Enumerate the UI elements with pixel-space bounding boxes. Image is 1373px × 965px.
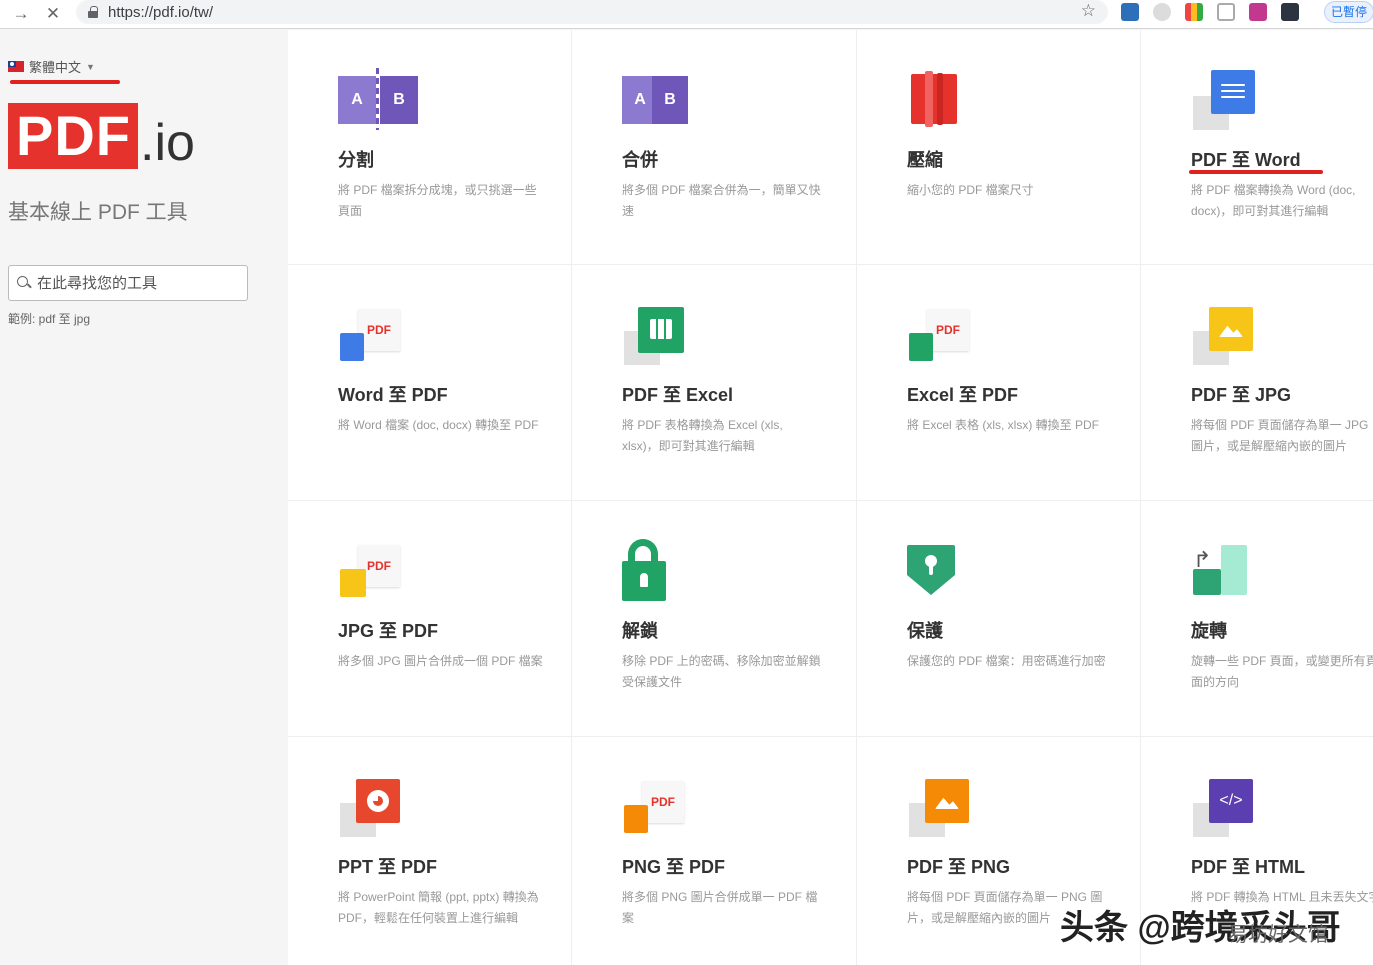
language-selector[interactable]: 繁體中文 ▼ [8, 57, 95, 76]
logo-io-text: .io [140, 114, 195, 172]
extension-chart-icon[interactable] [1185, 3, 1203, 21]
tool-card-rotate[interactable]: ↱ 旋轉 旋轉一些 PDF 頁面，或變更所有頁面的方向 [1141, 501, 1373, 736]
tool-card-merge[interactable]: A B 合併 將多個 PDF 檔案合併為一，簡單又快速 [572, 30, 856, 264]
bookmark-star-icon[interactable]: ☆ [1081, 1, 1096, 21]
tool-description: 將 PDF 檔案拆分成塊，或只挑選一些頁面 [338, 183, 537, 218]
png-to-pdf-icon: PDF [622, 775, 702, 837]
jpg-to-pdf-icon: PDF [338, 539, 418, 601]
tool-title: PNG 至 PDF [622, 857, 726, 877]
extension-cloud-icon[interactable] [1153, 3, 1171, 21]
tool-description: 將每個 PDF 頁面儲存為單一 JPG 圖片，或是解壓縮內嵌的圖片 [1191, 418, 1369, 453]
tool-title: PDF 至 JPG [1191, 385, 1292, 405]
tool-title: 旋轉 [1191, 621, 1227, 641]
tool-description: 縮小您的 PDF 檔案尺寸 [907, 183, 1034, 197]
site-logo[interactable]: PDF .io [8, 103, 195, 169]
tools-grid: A B 分割 將 PDF 檔案拆分成塊，或只挑選一些頁面 A B 合併 將多個 … [288, 30, 1373, 965]
tool-description: 將 PowerPoint 簡報 (ppt, pptx) 轉換為 PDF，輕鬆在任… [338, 890, 539, 925]
chevron-down-icon: ▼ [86, 61, 95, 72]
tool-card-protect[interactable]: 保護 保護您的 PDF 檔案：用密碼進行加密 [857, 501, 1140, 736]
lock-icon[interactable] [88, 6, 98, 18]
compress-icon [907, 68, 987, 130]
tool-title: 分割 [338, 150, 374, 170]
taiwan-flag-icon [8, 61, 24, 72]
unlock-icon [622, 539, 702, 601]
tool-title: Excel 至 PDF [907, 385, 1019, 405]
tool-title: PDF 至 PNG [907, 857, 1011, 877]
browser-toolbar: → ✕ https://pdf.io/tw/ ☆ 已暫停 [0, 0, 1373, 29]
forward-icon[interactable]: → [8, 3, 34, 25]
pdf-to-html-icon: </> [1191, 775, 1271, 837]
tool-description: 保護您的 PDF 檔案：用密碼進行加密 [907, 654, 1106, 668]
language-label: 繁體中文 [29, 60, 82, 75]
watermark-subtext: 易坊好文馆 [1228, 924, 1328, 946]
rotate-icon: ↱ [1191, 539, 1271, 601]
tool-card-excel-to-pdf[interactable]: PDF Excel 至 PDF 將 Excel 表格 (xls, xlsx) 轉… [857, 265, 1140, 500]
tool-title: PDF 至 Excel [622, 385, 734, 405]
tool-card-split[interactable]: A B 分割 將 PDF 檔案拆分成塊，或只挑選一些頁面 [288, 30, 571, 264]
tool-description: 將 Word 檔案 (doc, docx) 轉換至 PDF [338, 418, 539, 432]
sidebar: 繁體中文 ▼ PDF .io 基本線上 PDF 工具 範例: pdf 至 jpg [0, 30, 287, 965]
paused-sync-badge[interactable]: 已暫停 [1324, 1, 1373, 23]
pdf-to-excel-icon [622, 303, 702, 365]
tool-title: PDF 至 HTML [1191, 857, 1305, 877]
search-example: 範例: pdf 至 jpg [8, 312, 91, 326]
tool-card-jpg-to-pdf[interactable]: PDF JPG 至 PDF 將多個 JPG 圖片合併成一個 PDF 檔案 [288, 501, 571, 736]
tool-description: 將多個 PNG 圖片合併成單一 PDF 檔案 [622, 890, 818, 925]
tool-card-pdf-to-word[interactable]: PDF 至 Word 將 PDF 檔案轉換為 Word (doc, docx)，… [1141, 30, 1373, 264]
tool-description: 將 Excel 表格 (xls, xlsx) 轉換至 PDF [907, 418, 1100, 432]
tool-card-unlock[interactable]: 解鎖 移除 PDF 上的密碼、移除加密並解鎖受保護文件 [572, 501, 856, 736]
logo-pdf-mark: PDF [8, 103, 138, 169]
tool-description: 移除 PDF 上的密碼、移除加密並解鎖受保護文件 [622, 654, 821, 689]
site-tagline: 基本線上 PDF 工具 [8, 201, 188, 224]
tool-card-word-to-pdf[interactable]: PDF Word 至 PDF 將 Word 檔案 (doc, docx) 轉換至… [288, 265, 571, 500]
extension-dark-icon[interactable] [1281, 3, 1299, 21]
tool-card-pdf-to-jpg[interactable]: PDF 至 JPG 將每個 PDF 頁面儲存為單一 JPG 圖片，或是解壓縮內嵌… [1141, 265, 1373, 500]
tool-description: 將多個 JPG 圖片合併成一個 PDF 檔案 [338, 654, 543, 668]
url-text[interactable]: https://pdf.io/tw/ [108, 4, 213, 21]
protect-icon [907, 539, 987, 601]
tool-card-png-to-pdf[interactable]: PDF PNG 至 PDF 將多個 PNG 圖片合併成單一 PDF 檔案 [572, 737, 856, 965]
search-icon [17, 276, 31, 290]
tool-description: 旋轉一些 PDF 頁面，或變更所有頁面的方向 [1191, 654, 1373, 689]
annotation-underline [10, 80, 120, 84]
tool-search-box[interactable] [8, 265, 248, 301]
extension-s-icon[interactable] [1121, 3, 1139, 21]
tool-card-compress[interactable]: 壓縮 縮小您的 PDF 檔案尺寸 [857, 30, 1140, 264]
tool-title: 壓縮 [907, 150, 943, 170]
extension-camera-icon[interactable] [1249, 3, 1267, 21]
tool-description: 將 PDF 表格轉換為 Excel (xls, xlsx)，即可對其進行編輯 [622, 418, 783, 453]
tool-title: 合併 [622, 150, 658, 170]
tool-title: 解鎖 [622, 621, 658, 641]
tool-description: 將多個 PDF 檔案合併為一，簡單又快速 [622, 183, 821, 218]
merge-icon: A B [622, 68, 702, 130]
ppt-to-pdf-icon [338, 775, 418, 837]
tool-card-pdf-to-excel[interactable]: PDF 至 Excel 將 PDF 表格轉換為 Excel (xls, xlsx… [572, 265, 856, 500]
annotation-underline [1189, 170, 1323, 174]
tool-title: Word 至 PDF [338, 385, 448, 405]
excel-to-pdf-icon: PDF [907, 303, 987, 365]
tool-search-input[interactable] [37, 274, 237, 292]
split-icon: A B [338, 68, 418, 130]
pdf-to-jpg-icon [1191, 303, 1271, 365]
pdf-to-png-icon [907, 775, 987, 837]
extension-grid-icon[interactable] [1217, 3, 1235, 21]
tool-title: JPG 至 PDF [338, 621, 439, 641]
word-to-pdf-icon: PDF [338, 303, 418, 365]
tool-title: PPT 至 PDF [338, 857, 438, 877]
pdf-to-word-icon [1191, 68, 1271, 130]
tool-card-ppt-to-pdf[interactable]: PPT 至 PDF 將 PowerPoint 簡報 (ppt, pptx) 轉換… [288, 737, 571, 965]
tool-title: 保護 [907, 621, 943, 641]
tool-description: 將 PDF 檔案轉換為 Word (doc, docx)，即可對其進行編輯 [1191, 183, 1356, 218]
stop-loading-icon[interactable]: ✕ [40, 3, 66, 25]
tool-title: PDF 至 Word [1191, 150, 1301, 170]
address-bar[interactable]: https://pdf.io/tw/ ☆ [76, 0, 1108, 24]
